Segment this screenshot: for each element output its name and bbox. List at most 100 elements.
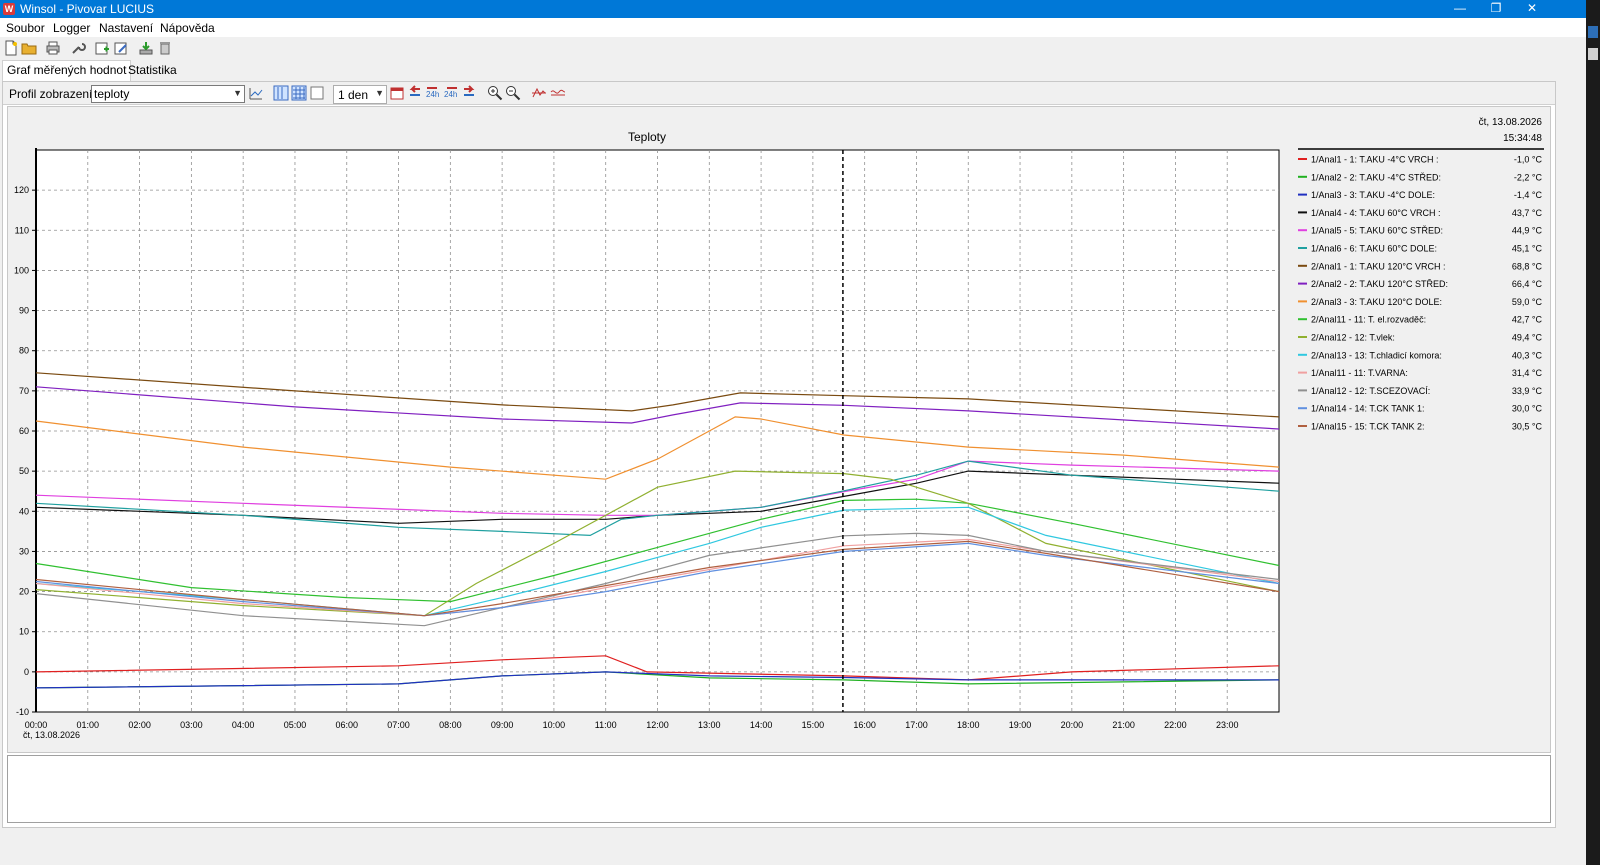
x-tick-label: 12:00 — [646, 720, 669, 730]
temperature-chart[interactable]: Teploty čt, 13.08.2026 15:34:48 00:00 01:… — [8, 107, 1550, 752]
delete-trash-icon[interactable] — [157, 40, 173, 56]
menu-napoveda[interactable]: Nápověda — [160, 21, 215, 35]
x-tick-label: 07:00 — [387, 720, 410, 730]
y-tick-label: 90 — [19, 306, 29, 316]
x-tick-label: 11:00 — [595, 720, 617, 730]
x-tick-label: 02:00 — [128, 720, 151, 730]
tab-graf-merenych-hodnot[interactable]: Graf měřených hodnot — [2, 60, 132, 81]
period-select[interactable]: 1 den ▼ — [333, 85, 387, 104]
x-tick-label: 13:00 — [698, 720, 721, 730]
y-tick-label: 100 — [14, 265, 29, 275]
legend-label: 1/Anal11 - 11: T.VARNA: — [1311, 368, 1408, 378]
y-tick-label: 20 — [19, 587, 29, 597]
title-bar[interactable]: W Winsol - Pivovar LUCIUS — ❐ ✕ — [0, 0, 1586, 18]
legend-value: 40,3 °C — [1512, 350, 1543, 360]
application-window: W Winsol - Pivovar LUCIUS — ❐ ✕ Soubor L… — [0, 0, 1586, 865]
x-tick-label: 16:00 — [853, 720, 876, 730]
add-logger-icon[interactable] — [94, 40, 110, 56]
legend-value: -2,2 °C — [1514, 172, 1543, 182]
curve-smooth-icon[interactable] — [550, 85, 566, 101]
status-bar — [0, 828, 1586, 865]
legend-label: 1/Anal14 - 14: T.CK TANK 1: — [1311, 404, 1425, 414]
chart-type-icon[interactable] — [248, 85, 264, 101]
tab-statistika[interactable]: Statistika — [124, 61, 181, 80]
zoom-out-icon[interactable] — [505, 85, 521, 101]
legend-label: 2/Anal3 - 3: T.AKU 120°C DOLE: — [1311, 297, 1442, 307]
chart-title: Teploty — [628, 130, 666, 144]
legend-value: 59,0 °C — [1512, 297, 1543, 307]
x-tick-label: 19:00 — [1009, 720, 1032, 730]
y-tick-label: -10 — [16, 707, 29, 717]
log-panel — [7, 755, 1551, 823]
app-icon: W — [3, 3, 15, 15]
y-tick-label: 10 — [19, 627, 29, 637]
tab-bar: Graf měřených hodnot Statistika — [0, 59, 1586, 81]
profile-label: Profil zobrazení: — [9, 87, 96, 101]
forward-arrow-icon[interactable] — [461, 85, 477, 101]
legend-label: 1/Anal12 - 12: T.SCEZOVACÍ: — [1311, 386, 1430, 396]
chevron-down-icon: ▼ — [233, 88, 242, 98]
zoom-in-icon[interactable] — [487, 85, 503, 101]
restore-button[interactable]: ❐ — [1478, 0, 1514, 18]
x-tick-label: 08:00 — [439, 720, 462, 730]
forward-24h-icon[interactable]: 24h — [443, 85, 459, 101]
main-toolbar — [0, 37, 1586, 59]
legend-value: 66,4 °C — [1512, 279, 1543, 289]
chart-toolbar: Profil zobrazení: teploty ▼ 1 den ▼ 24h … — [3, 82, 1555, 105]
vertical-grid-icon[interactable] — [273, 85, 289, 101]
x-tick-label: 20:00 — [1061, 720, 1084, 730]
x-axis-date: čt, 13.08.2026 — [23, 730, 80, 740]
open-folder-icon[interactable] — [21, 40, 37, 56]
legend-label: 1/Anal15 - 15: T.CK TANK 2: — [1311, 422, 1425, 432]
menu-nastaveni[interactable]: Nastavení — [99, 21, 153, 35]
y-tick-label: 50 — [19, 466, 29, 476]
y-tick-label: 0 — [24, 667, 29, 677]
x-tick-label: 05:00 — [284, 720, 307, 730]
x-tick-label: 17:00 — [905, 720, 928, 730]
x-tick-label: 15:00 — [802, 720, 825, 730]
side-button[interactable] — [1588, 48, 1598, 60]
x-tick-label: 00:00 — [25, 720, 48, 730]
print-icon[interactable] — [45, 40, 61, 56]
menu-soubor[interactable]: Soubor — [6, 21, 45, 35]
menu-logger[interactable]: Logger — [53, 21, 90, 35]
no-grid-icon[interactable] — [309, 85, 325, 101]
menu-bar: Soubor Logger Nastavení Nápověda — [0, 18, 1586, 37]
legend-value: 30,5 °C — [1512, 422, 1543, 432]
window-title: Winsol - Pivovar LUCIUS — [20, 2, 155, 16]
edit-logger-icon[interactable] — [113, 40, 129, 56]
x-tick-label: 23:00 — [1216, 720, 1239, 730]
legend-label: 1/Anal6 - 6: T.AKU 60°C DOLE: — [1311, 244, 1437, 254]
legend-label: 2/Anal12 - 12: T.vlek: — [1311, 333, 1395, 343]
curve-filter-icon[interactable] — [531, 85, 547, 101]
profile-select[interactable]: teploty ▼ — [91, 85, 245, 103]
legend-value: 42,7 °C — [1512, 315, 1543, 325]
x-tick-label: 18:00 — [957, 720, 980, 730]
legend-value: 43,7 °C — [1512, 208, 1543, 218]
back-24h-icon[interactable]: 24h — [425, 85, 441, 101]
legend-value: 30,0 °C — [1512, 404, 1543, 414]
legend-value: 49,4 °C — [1512, 333, 1543, 343]
legend-label: 2/Anal1 - 1: T.AKU 120°C VRCH : — [1311, 261, 1446, 271]
x-tick-label: 21:00 — [1112, 720, 1135, 730]
side-button[interactable] — [1588, 26, 1598, 38]
legend-value: 33,9 °C — [1512, 386, 1543, 396]
download-icon[interactable] — [138, 40, 154, 56]
x-tick-label: 22:00 — [1164, 720, 1187, 730]
y-tick-label: 80 — [19, 346, 29, 356]
calendar-icon[interactable] — [389, 85, 405, 101]
x-tick-label: 03:00 — [180, 720, 203, 730]
legend-value: 44,9 °C — [1512, 226, 1543, 236]
legend-label: 2/Anal2 - 2: T.AKU 120°C STŘED: — [1311, 279, 1448, 289]
y-tick-label: 30 — [19, 546, 29, 556]
legend-label: 2/Anal13 - 13: T.chladicí komora: — [1311, 350, 1442, 360]
close-button[interactable]: ✕ — [1514, 0, 1550, 18]
minimize-button[interactable]: — — [1442, 0, 1478, 18]
legend-label: 2/Anal11 - 11: T. el.rozvaděč: — [1311, 315, 1426, 325]
settings-wrench-icon[interactable] — [70, 40, 86, 56]
legend-label: 1/Anal3 - 3: T.AKU -4°C DOLE: — [1311, 190, 1435, 200]
back-arrow-icon[interactable] — [407, 85, 423, 101]
full-grid-icon[interactable] — [291, 85, 307, 101]
cursor-time: 15:34:48 — [1503, 133, 1542, 144]
new-file-icon[interactable] — [3, 40, 19, 56]
